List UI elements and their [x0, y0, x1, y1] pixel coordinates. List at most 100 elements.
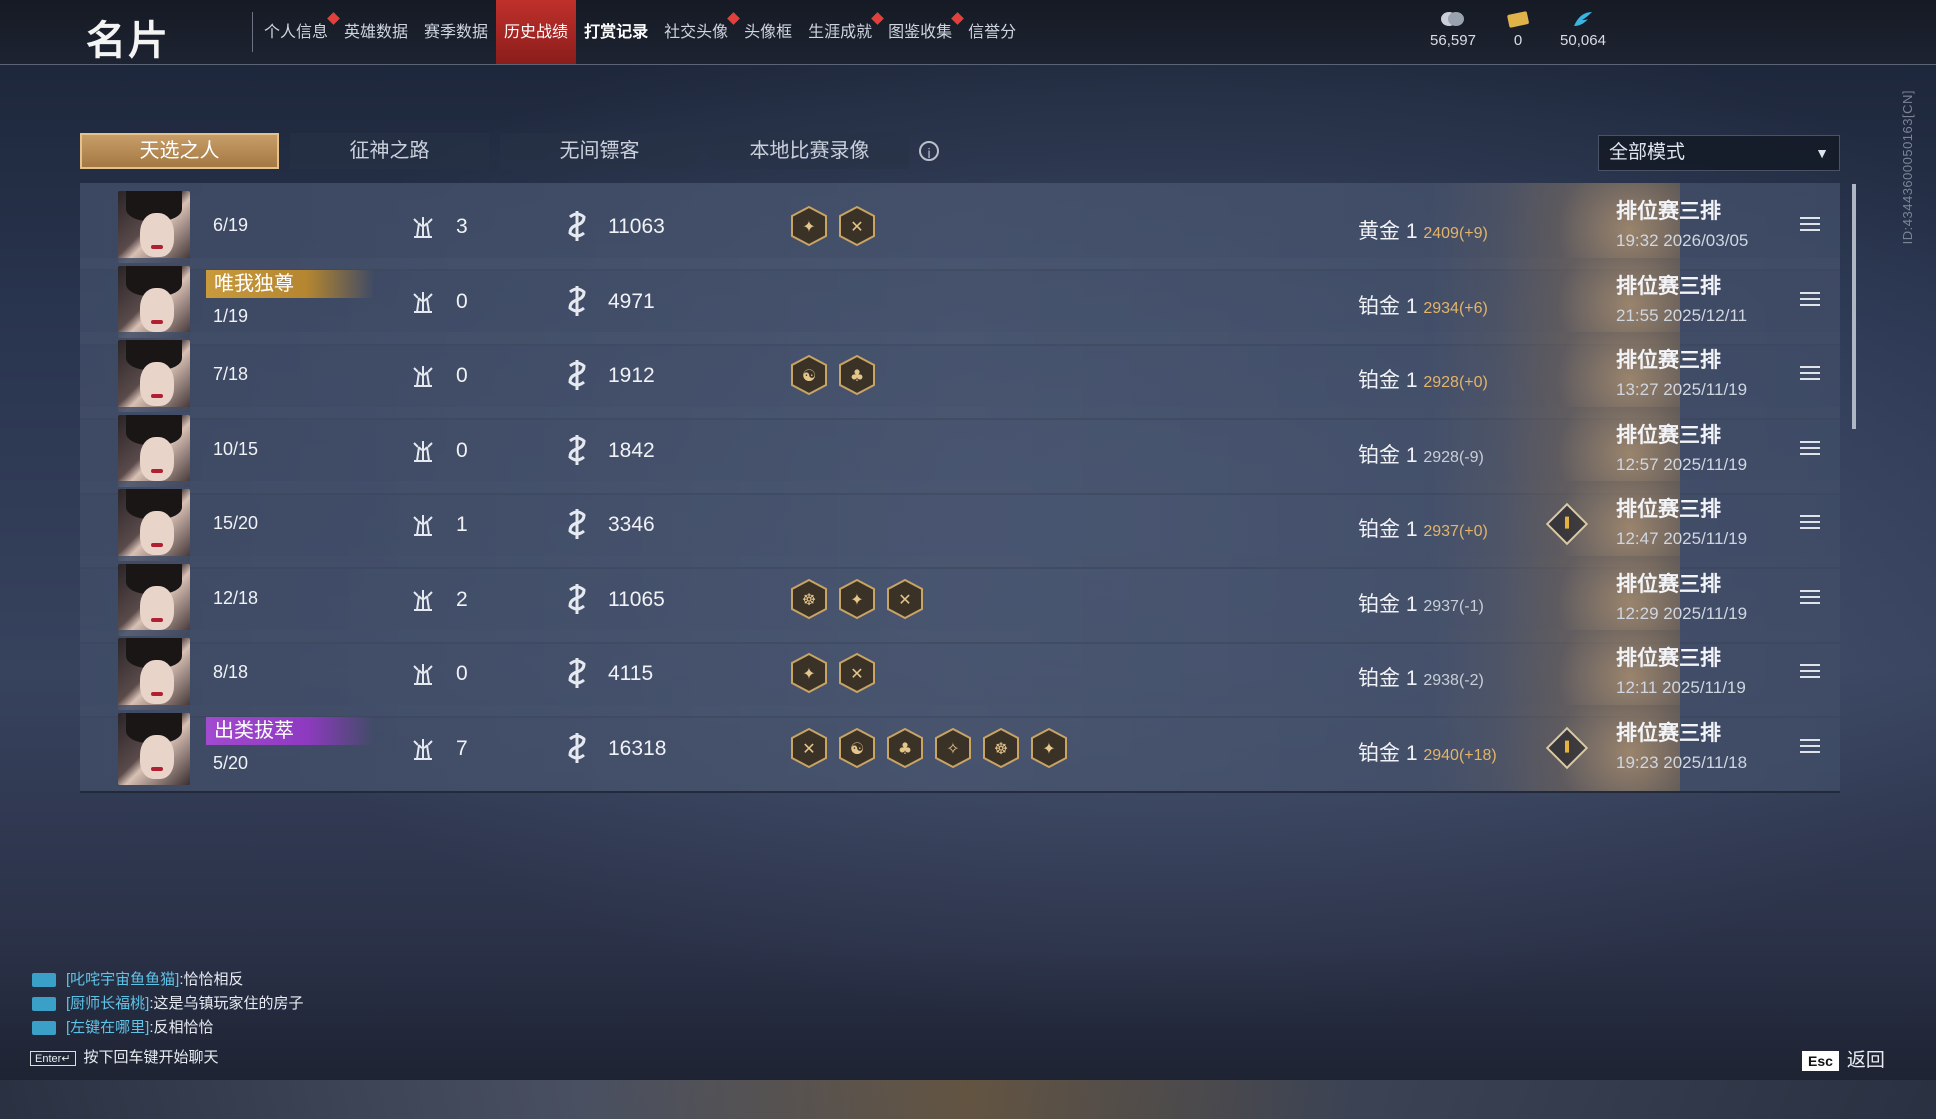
nav-tab[interactable]: 历史战绩	[496, 0, 577, 64]
nav-tab[interactable]: 头像框	[736, 0, 800, 64]
achievement-hex-icon[interactable]: ✕	[836, 652, 878, 694]
mvp-trophy-icon	[413, 738, 433, 760]
mvp-count: 1	[456, 513, 468, 536]
chat-text: :反相恰恰	[149, 1019, 214, 1036]
kda-text: 6/19	[213, 215, 249, 235]
match-row[interactable]: 出类拔萃 5/20 7 16318 ✕ ☯ ♣ ✧ ☸ ✦ 铂金 1 2940(+18) 排位赛三排 1…	[80, 704, 1840, 793]
achievement-hex-icon[interactable]: ✕	[836, 205, 878, 247]
achievement-hex-icon[interactable]: ✦	[788, 205, 830, 247]
hero-avatar	[118, 489, 190, 561]
mvp-trophy-icon	[413, 217, 433, 238]
row-menu-icon[interactable]	[1800, 515, 1820, 531]
row-menu-icon[interactable]	[1800, 291, 1820, 308]
score-value: 16318	[608, 736, 667, 760]
achievement-hex-icon[interactable]: ♣	[884, 727, 926, 769]
match-time: 12:57 2025/11/19	[1616, 454, 1748, 474]
info-icon[interactable]: i	[919, 141, 939, 161]
match-mode: 排位赛三排	[1616, 423, 1721, 447]
currency-feathers: 50,064	[1538, 10, 1628, 49]
achievement-hex-icon[interactable]: ✕	[788, 727, 830, 769]
hero-avatar	[118, 340, 190, 412]
svg-text:✦: ✦	[802, 217, 815, 236]
subtab-escort[interactable]: 无间镖客	[500, 133, 699, 169]
row-menu-icon[interactable]	[1800, 217, 1820, 233]
subtab-chosen-one[interactable]: 天选之人	[80, 133, 279, 169]
achievement-hex-icon[interactable]: ☯	[836, 727, 878, 769]
chat-text: :恰恰相反	[179, 971, 244, 988]
score-icon	[568, 285, 586, 316]
mvp-trophy-icon	[413, 291, 433, 313]
rank-tier: 铂金 1	[1358, 518, 1418, 541]
svg-text:✕: ✕	[850, 217, 863, 236]
rank-tier: 铂金 1	[1358, 294, 1418, 318]
nav-tab-label: 赛季数据	[424, 24, 489, 41]
achievement-hex-icon[interactable]: ☯	[788, 354, 830, 396]
nav-tab[interactable]: 社交头像	[656, 0, 740, 64]
nav-tab[interactable]: 个人信息	[256, 0, 340, 64]
chat-sender[interactable]: [左键在哪里]	[66, 1019, 149, 1036]
row-menu-icon[interactable]	[1800, 589, 1820, 606]
chat-message: [叱咤宇宙鱼鱼猫]:恰恰相反	[32, 968, 244, 989]
mode-filter-select[interactable]: 全部模式 ▼	[1598, 135, 1840, 171]
achievement-hex-icon[interactable]: ✕	[884, 578, 926, 620]
rank-info: 黄金 1 2409(+9)	[1358, 215, 1488, 245]
mvp-trophy-icon	[413, 440, 433, 462]
hero-avatar	[118, 563, 190, 636]
achievement-hex-icon[interactable]: ✧	[932, 727, 974, 769]
nav-tab[interactable]: 生涯成就	[800, 0, 884, 64]
chat-sender[interactable]: [叱咤宇宙鱼鱼猫]	[66, 971, 179, 988]
match-time: 13:27 2025/11/19	[1616, 380, 1748, 399]
coin-icon	[1440, 10, 1466, 28]
svg-text:✧: ✧	[946, 739, 959, 758]
achievement-hex-icon[interactable]: ☸	[788, 578, 830, 620]
subtab-local-replays[interactable]: 本地比赛录像	[710, 133, 909, 169]
score-icon	[568, 509, 586, 539]
list-scrollbar[interactable]	[1852, 184, 1856, 429]
rank-points: 2934(+6)	[1423, 299, 1488, 317]
svg-text:✕: ✕	[802, 739, 815, 758]
back-button[interactable]: Esc 返回	[1802, 1045, 1885, 1072]
match-mode: 排位赛三排	[1616, 647, 1721, 670]
nav-tab-label: 图鉴收集	[888, 24, 953, 41]
nav-tab[interactable]: 信誉分	[960, 0, 1024, 64]
rank-info: 铂金 1 2940(+18)	[1358, 737, 1497, 767]
nav-tab[interactable]: 图鉴收集	[880, 0, 965, 64]
nav-tab-label: 英雄数据	[344, 24, 409, 41]
match-mode: 排位赛三排	[1616, 274, 1721, 298]
feather-icon	[1570, 10, 1596, 28]
achievement-hex-icon[interactable]: ☸	[980, 727, 1022, 769]
chat-hint[interactable]: Enter↵ 按下回车键开始聊天	[30, 1046, 219, 1067]
kda-text: 15/20	[213, 513, 259, 533]
rank-info: 铂金 1 2937(-1)	[1358, 588, 1484, 618]
nav-tab[interactable]: 英雄数据	[336, 0, 416, 64]
achievement-list: ✦ ✕	[788, 652, 878, 696]
mvp-count: 0	[456, 662, 468, 685]
achievement-hex-icon[interactable]: ✦	[836, 578, 878, 620]
achievement-hex-icon[interactable]: ✦	[788, 652, 830, 694]
rank-tier: 铂金 1	[1358, 592, 1418, 616]
achievement-hex-icon[interactable]: ♣	[836, 354, 878, 396]
rank-points: 2937(-1)	[1423, 597, 1484, 615]
score-icon	[568, 211, 586, 241]
rank-tier: 铂金 1	[1358, 443, 1418, 467]
match-time: 21:55 2025/12/11	[1616, 305, 1748, 325]
honor-title-badge: 唯我独尊	[206, 269, 374, 298]
svg-text:✦: ✦	[802, 664, 815, 683]
score-icon	[568, 583, 586, 614]
row-menu-icon[interactable]	[1800, 440, 1820, 457]
score-value: 4115	[608, 662, 654, 685]
chat-sender[interactable]: [厨师长福桃]	[66, 995, 149, 1012]
achievement-hex-icon[interactable]: ✦	[1028, 727, 1070, 769]
match-mode: 排位赛三排	[1616, 572, 1721, 596]
chat-text: :这是乌镇玩家住的房子	[149, 995, 304, 1012]
nav-tab[interactable]: 赛季数据	[416, 0, 496, 64]
row-menu-icon[interactable]	[1800, 738, 1820, 755]
svg-text:✕: ✕	[850, 664, 863, 683]
mvp-count: 2	[456, 587, 468, 611]
subtab-road-of-gods[interactable]: 征神之路	[290, 133, 489, 169]
chat-message: [厨师长福桃]:这是乌镇玩家住的房子	[32, 992, 304, 1013]
nav-tab[interactable]: 打赏记录	[576, 0, 656, 64]
score-icon	[568, 732, 586, 763]
row-menu-icon[interactable]	[1800, 366, 1820, 382]
row-menu-icon[interactable]	[1800, 664, 1820, 680]
